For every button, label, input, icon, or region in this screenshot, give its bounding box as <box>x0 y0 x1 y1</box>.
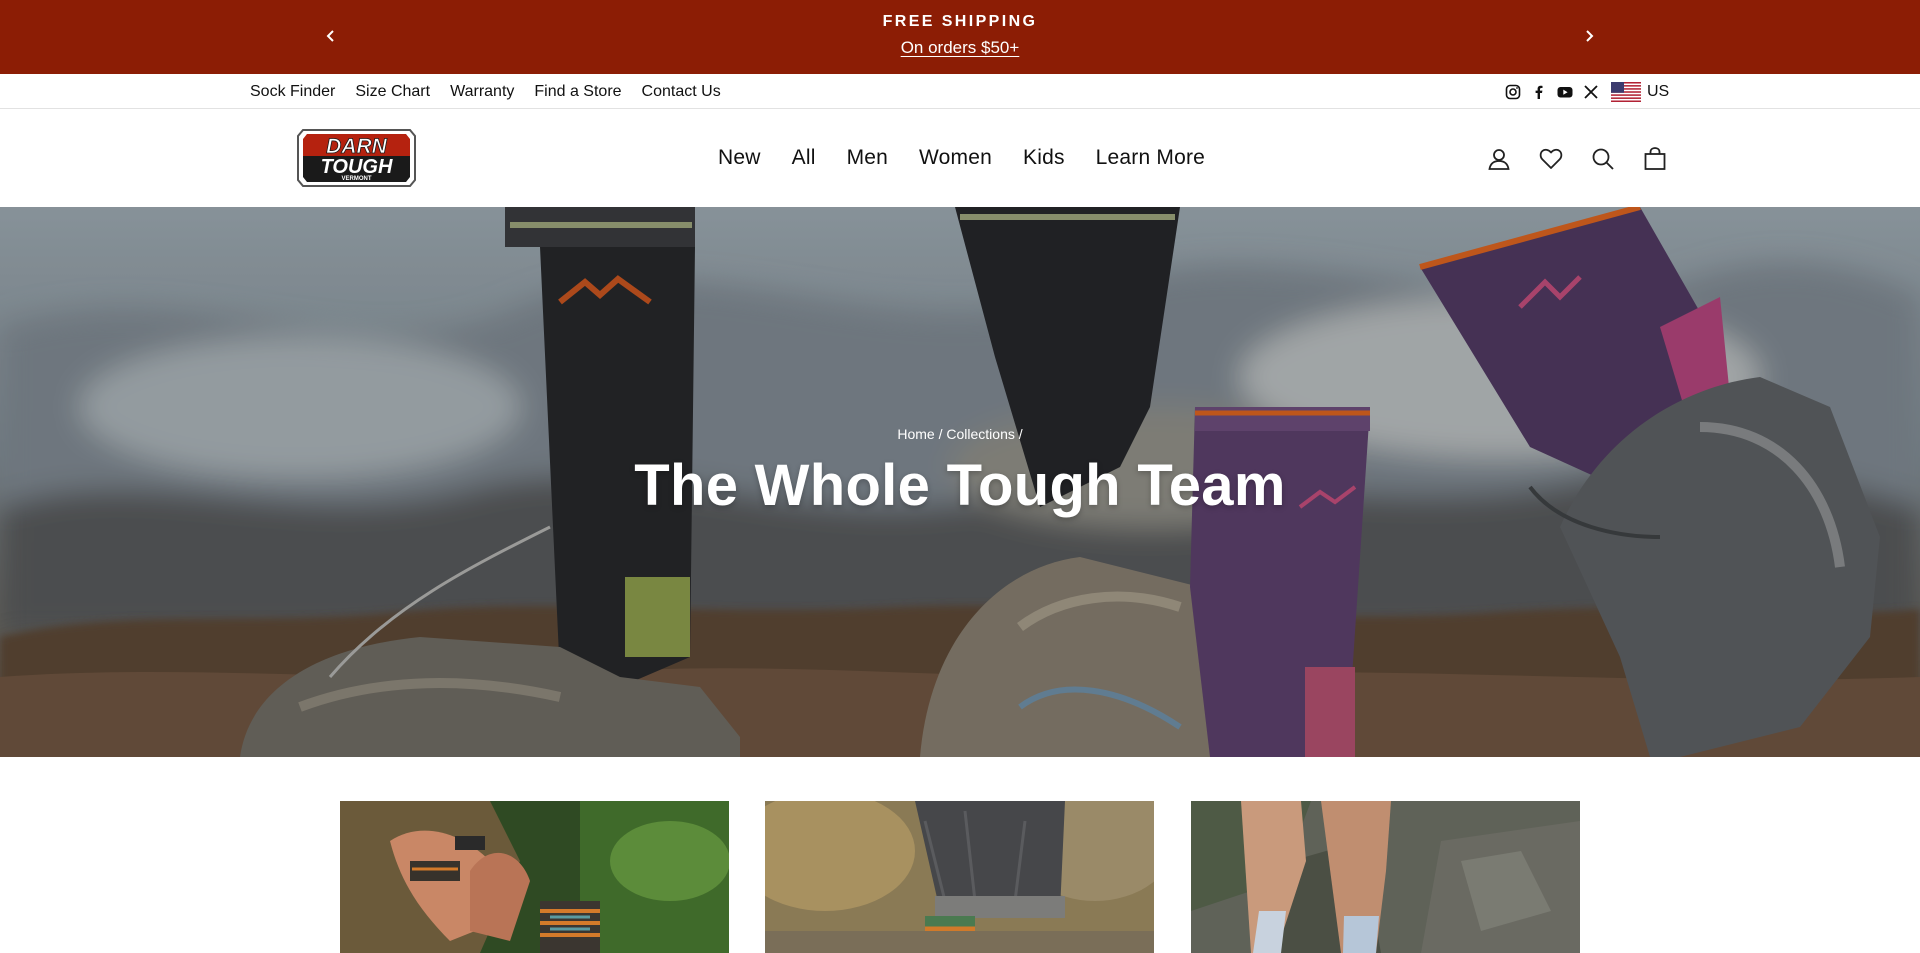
facebook-icon[interactable] <box>1531 84 1547 100</box>
svg-text:TOUGH: TOUGH <box>321 156 393 178</box>
account-icon[interactable] <box>1486 146 1512 172</box>
announcement-title: FREE SHIPPING <box>882 13 1038 30</box>
card-image-legs-on-rocks <box>1191 801 1580 953</box>
utility-links: Sock Finder Size Chart Warranty Find a S… <box>250 74 741 109</box>
utility-bar: Sock Finder Size Chart Warranty Find a S… <box>0 74 1920 109</box>
nav-learn-more[interactable]: Learn More <box>1096 146 1205 170</box>
nav-women[interactable]: Women <box>919 146 992 170</box>
search-icon[interactable] <box>1590 146 1616 172</box>
nav-new[interactable]: New <box>718 146 761 170</box>
x-icon[interactable] <box>1583 84 1599 100</box>
warranty-link[interactable]: Warranty <box>450 83 514 101</box>
size-chart-link[interactable]: Size Chart <box>355 83 430 101</box>
nav-all[interactable]: All <box>792 146 816 170</box>
country-selector[interactable]: US <box>1647 83 1669 101</box>
collection-grid <box>0 757 1920 953</box>
us-flag-icon[interactable] <box>1611 81 1641 102</box>
announcement-next-button[interactable] <box>1577 22 1601 50</box>
breadcrumb-separator: / <box>1018 426 1023 442</box>
darn-tough-logo[interactable]: DARN TOUGH VERMONT <box>293 122 420 194</box>
social-links: US <box>1505 74 1669 109</box>
instagram-icon[interactable] <box>1505 84 1521 100</box>
contact-us-link[interactable]: Contact Us <box>642 83 721 101</box>
nav-kids[interactable]: Kids <box>1023 146 1065 170</box>
collection-card[interactable] <box>765 801 1154 953</box>
collection-card[interactable] <box>340 801 729 953</box>
main-header: DARN TOUGH VERMONT New All Men Women Kid… <box>0 109 1920 207</box>
find-a-store-link[interactable]: Find a Store <box>534 83 621 101</box>
cart-bag-icon[interactable] <box>1642 146 1668 172</box>
collection-card[interactable] <box>1191 801 1580 953</box>
hero-banner: Home / Collections / The Whole Tough Tea… <box>0 207 1920 757</box>
svg-text:DARN: DARN <box>326 135 387 158</box>
page-title: The Whole Tough Team <box>634 453 1286 518</box>
header-icons <box>1486 146 1694 172</box>
sock-finder-link[interactable]: Sock Finder <box>250 83 335 101</box>
card-image-jeans-sock <box>765 801 1154 953</box>
wishlist-heart-icon[interactable] <box>1538 146 1564 172</box>
announcement-link[interactable]: On orders $50+ <box>0 38 1920 58</box>
nav-men[interactable]: Men <box>847 146 888 170</box>
main-nav: New All Men Women Kids Learn More <box>718 109 1236 207</box>
chevron-right-icon <box>1586 30 1594 42</box>
announcement-bar: FREE SHIPPING On orders $50+ <box>0 0 1920 74</box>
youtube-icon[interactable] <box>1557 84 1573 100</box>
breadcrumb: Home / Collections / <box>0 426 1920 442</box>
breadcrumb-home[interactable]: Home <box>897 426 934 442</box>
svg-text:VERMONT: VERMONT <box>342 176 372 182</box>
card-image-hands-tying-boot <box>340 801 729 953</box>
breadcrumb-collections[interactable]: Collections <box>946 426 1014 442</box>
